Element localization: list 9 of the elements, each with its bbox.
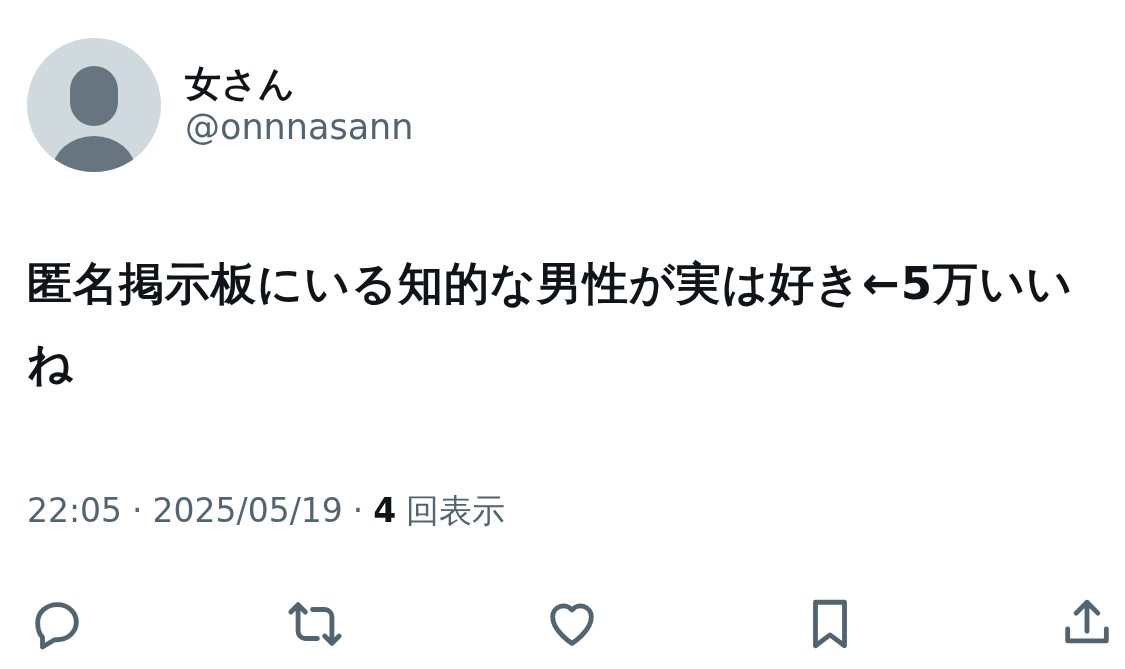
separator-dot: ·	[132, 490, 143, 532]
post-date: 2025/05/19	[152, 490, 343, 532]
post-text: 匿名掲示板にいる知的な男性が実は好き←5万いいね	[27, 256, 1075, 392]
views-label: 回表示	[406, 490, 506, 532]
display-name: 女さん	[185, 62, 296, 106]
post-time: 22:05	[27, 490, 123, 532]
separator-dot: ·	[352, 490, 364, 532]
user-handle: @onnnasann	[185, 105, 414, 148]
view-count: 4	[373, 490, 397, 532]
